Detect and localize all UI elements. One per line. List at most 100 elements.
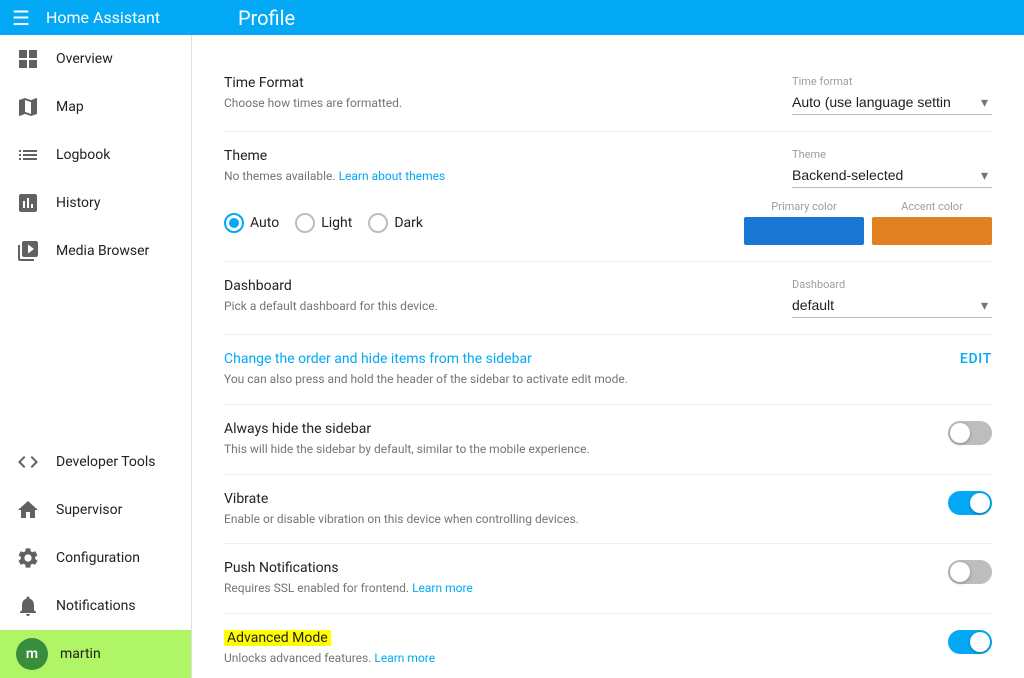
dashboard-desc: Pick a default dashboard for this device… [224, 298, 724, 315]
dashboard-select[interactable]: default [792, 293, 992, 318]
sidebar-order-title: Change the order and hide items from the… [224, 351, 724, 367]
time-format-select[interactable]: Auto (use language settin 12-hour 24-hou… [792, 90, 992, 115]
chart-icon [16, 191, 40, 215]
list-icon [16, 143, 40, 167]
grid-icon [16, 47, 40, 71]
dashboard-control: Dashboard default [792, 278, 992, 318]
sidebar-item-configuration[interactable]: Configuration [0, 534, 191, 582]
push-notifications-toggle[interactable] [948, 560, 992, 584]
push-notifications-desc: Requires SSL enabled for frontend. Learn… [224, 580, 724, 597]
theme-dark-radio[interactable]: Dark [368, 213, 423, 233]
media-icon [16, 239, 40, 263]
dashboard-title: Dashboard [224, 278, 724, 294]
dashboard-select-label: Dashboard [792, 278, 845, 291]
theme-desc: No themes available. Learn about themes [224, 168, 724, 185]
theme-select-label: Theme [792, 148, 826, 161]
color-swatches: Primary color Accent color [744, 200, 992, 245]
push-notifications-info: Push Notifications Requires SSL enabled … [224, 560, 724, 597]
always-hide-sidebar-info: Always hide the sidebar This will hide t… [224, 421, 724, 458]
dark-radio-circle [368, 213, 388, 233]
accent-color-swatch[interactable] [872, 217, 992, 245]
sidebar-label-map: Map [56, 99, 84, 115]
sidebar-label-overview: Overview [56, 51, 113, 67]
code-icon [16, 450, 40, 474]
accent-color-label: Accent color [901, 200, 963, 213]
auto-radio-circle [224, 213, 244, 233]
theme-mode-group: Auto Light Dark [224, 213, 423, 233]
push-notifications-control [792, 560, 992, 584]
time-format-row: Time Format Choose how times are formatt… [224, 59, 992, 132]
sidebar-item-developer-tools[interactable]: Developer Tools [0, 438, 191, 486]
sidebar-order-control: EDIT [792, 351, 992, 367]
advanced-mode-row: Advanced Mode Unlocks advanced features.… [224, 614, 992, 678]
app-title: Home Assistant [46, 8, 238, 27]
theme-light-radio[interactable]: Light [295, 213, 352, 233]
time-format-info: Time Format Choose how times are formatt… [224, 75, 724, 112]
supervisor-icon [16, 498, 40, 522]
sidebar-item-history[interactable]: History [0, 179, 191, 227]
edit-sidebar-button[interactable]: EDIT [960, 351, 992, 367]
time-format-control: Time format Auto (use language settin 12… [792, 75, 992, 115]
advanced-mode-link[interactable]: Learn more [374, 651, 435, 665]
sidebar-order-row: Change the order and hide items from the… [224, 335, 992, 405]
main-content: Time Format Choose how times are formatt… [192, 35, 1024, 678]
sidebar-order-info: Change the order and hide items from the… [224, 351, 724, 388]
primary-color-swatch[interactable] [744, 217, 864, 245]
sidebar-item-media-browser[interactable]: Media Browser [0, 227, 191, 275]
time-format-desc: Choose how times are formatted. [224, 95, 724, 112]
primary-color-label: Primary color [771, 200, 836, 213]
vibrate-title: Vibrate [224, 491, 724, 507]
vibrate-control [792, 491, 992, 515]
sidebar-item-user[interactable]: m martin [0, 630, 191, 678]
sidebar: Overview Map Logbook History Media Brows [0, 35, 192, 678]
sidebar-order-desc: You can also press and hold the header o… [224, 371, 724, 388]
sidebar-label-configuration: Configuration [56, 550, 140, 566]
advanced-mode-toggle[interactable] [948, 630, 992, 654]
settings-icon [16, 546, 40, 570]
advanced-mode-info: Advanced Mode Unlocks advanced features.… [224, 630, 724, 667]
time-format-title: Time Format [224, 75, 724, 91]
topbar: ☰ Home Assistant Profile [0, 0, 1024, 35]
theme-title: Theme [224, 148, 724, 164]
vibrate-row: Vibrate Enable or disable vibration on t… [224, 475, 992, 545]
always-hide-sidebar-control [792, 421, 992, 445]
push-notifications-title: Push Notifications [224, 560, 724, 576]
sidebar-label-media-browser: Media Browser [56, 243, 149, 259]
theme-info: Theme No themes available. Learn about t… [224, 148, 724, 185]
sidebar-item-supervisor[interactable]: Supervisor [0, 486, 191, 534]
dashboard-info: Dashboard Pick a default dashboard for t… [224, 278, 724, 315]
dashboard-row: Dashboard Pick a default dashboard for t… [224, 262, 992, 335]
sidebar-item-overview[interactable]: Overview [0, 35, 191, 83]
time-format-select-label: Time format [792, 75, 853, 88]
always-hide-sidebar-row: Always hide the sidebar This will hide t… [224, 405, 992, 475]
always-hide-sidebar-toggle[interactable] [948, 421, 992, 445]
advanced-mode-control [792, 630, 992, 654]
page-title: Profile [238, 6, 1012, 30]
sidebar-label-developer-tools: Developer Tools [56, 454, 156, 470]
avatar: m [16, 638, 48, 670]
push-notifications-row: Push Notifications Requires SSL enabled … [224, 544, 992, 614]
map-icon [16, 95, 40, 119]
theme-select[interactable]: Backend-selected [792, 163, 992, 188]
vibrate-desc: Enable or disable vibration on this devi… [224, 511, 724, 528]
vibrate-info: Vibrate Enable or disable vibration on t… [224, 491, 724, 528]
theme-auto-radio[interactable]: Auto [224, 213, 279, 233]
sidebar-item-notifications[interactable]: Notifications [0, 582, 191, 630]
sidebar-label-user: martin [60, 646, 101, 662]
theme-section: Theme No themes available. Learn about t… [224, 132, 992, 262]
sidebar-item-map[interactable]: Map [0, 83, 191, 131]
light-radio-circle [295, 213, 315, 233]
advanced-mode-title: Advanced Mode [224, 630, 724, 646]
advanced-mode-desc: Unlocks advanced features. Learn more [224, 650, 724, 667]
sidebar-label-logbook: Logbook [56, 147, 110, 163]
sidebar-label-supervisor: Supervisor [56, 502, 122, 518]
menu-icon[interactable]: ☰ [12, 6, 30, 30]
always-hide-sidebar-desc: This will hide the sidebar by default, s… [224, 441, 724, 458]
theme-learn-link[interactable]: Learn about themes [339, 169, 446, 183]
bell-icon [16, 594, 40, 618]
push-notifications-link[interactable]: Learn more [412, 581, 473, 595]
sidebar-item-logbook[interactable]: Logbook [0, 131, 191, 179]
sidebar-label-history: History [56, 195, 101, 211]
always-hide-sidebar-title: Always hide the sidebar [224, 421, 724, 437]
vibrate-toggle[interactable] [948, 491, 992, 515]
